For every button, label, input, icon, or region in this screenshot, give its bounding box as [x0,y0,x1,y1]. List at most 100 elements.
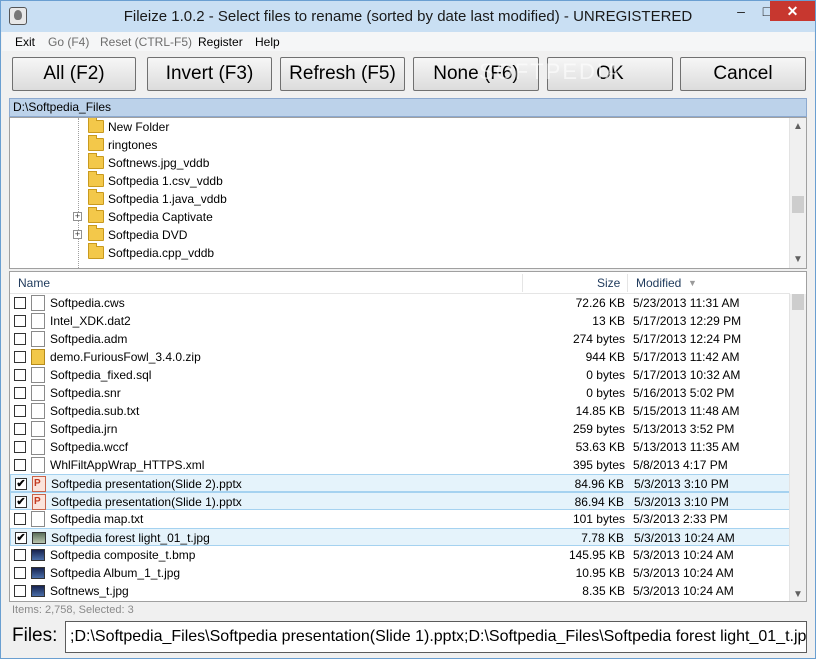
tree-item[interactable]: ringtones [10,135,790,154]
folder-icon [88,171,104,187]
file-modified: 5/17/2013 11:42 AM [633,350,740,364]
sort-descending-icon: ▼ [688,278,697,288]
list-scrollbar[interactable]: ▲ ▼ [789,294,806,601]
file-size: 8.35 KB [582,584,625,598]
file-size: 944 KB [585,350,625,364]
table-row[interactable]: Softpedia.cws 72.26 KB 5/23/2013 11:31 AM [10,294,790,312]
tree-scrollbar[interactable]: ▲ ▼ [789,118,806,268]
row-checkbox[interactable] [14,297,26,309]
file-name: Softpedia composite_t.bmp [50,548,196,562]
table-row[interactable]: ✔ Softpedia forest light_01_t.jpg 7.78 KB 5… [10,528,790,546]
refresh-button[interactable]: Refresh (F5) [280,57,405,91]
row-checkbox[interactable] [14,441,26,453]
menu-exit[interactable]: Exit [15,35,35,49]
row-checkbox[interactable] [14,387,26,399]
row-checkbox[interactable] [14,351,26,363]
row-checkbox[interactable] [14,369,26,381]
table-row[interactable]: Softpedia composite_t.bmp 145.95 KB 5/3/20… [10,546,790,564]
file-size: 72.26 KB [575,296,625,310]
file-name: Softpedia Album_1_t.jpg [50,566,181,580]
file-size: 84.96 KB [574,477,624,491]
column-divider[interactable] [522,274,523,292]
row-checkbox[interactable] [14,513,26,525]
document-file-icon [31,313,45,329]
file-modified: 5/13/2013 3:52 PM [633,422,735,436]
file-size: 395 bytes [572,458,625,472]
tree-item[interactable]: Softpedia.cpp_vddb [10,243,790,262]
menu-reset[interactable]: Reset (CTRL-F5) [100,35,192,49]
file-modified: 5/17/2013 12:29 PM [633,314,742,328]
file-name: Softpedia.snr [50,386,121,400]
close-button[interactable]: ✕ [770,1,815,21]
table-row[interactable]: ✔ Softpedia presentation(Slide 1).pptx 86.… [10,492,790,510]
expand-icon[interactable]: + [73,230,82,239]
invert-button[interactable]: Invert (F3) [147,57,272,91]
image-file-icon [31,567,45,579]
row-checkbox[interactable] [14,333,26,345]
tree-item-label: Softpedia 1.java_vddb [108,192,227,206]
table-row[interactable]: Softpedia.jrn 259 bytes 5/13/2013 3:52 PM [10,420,790,438]
menu-register[interactable]: Register [198,35,243,49]
tree-item-label: Softpedia DVD [108,228,188,242]
list-header: Name Size Modified ▼ [10,272,790,294]
tree-item[interactable]: + Softpedia DVD [10,225,790,244]
menu-help[interactable]: Help [255,35,280,49]
tree-item[interactable]: Softpedia 1.csv_vddb [10,171,790,190]
row-checkbox[interactable] [14,549,26,561]
table-row[interactable]: Softpedia_fixed.sql 0 bytes 5/17/2013 10:3… [10,366,790,384]
tree-item[interactable]: New Folder [10,118,790,136]
scroll-down-icon[interactable]: ▼ [790,586,806,601]
tree-item[interactable]: Softpedia 1.java_vddb [10,189,790,208]
expand-icon[interactable]: + [73,212,82,221]
row-checkbox[interactable] [14,459,26,471]
file-modified: 5/16/2013 5:02 PM [633,386,735,400]
minimize-button[interactable]: – [728,1,754,21]
table-row[interactable]: WhlFiltAppWrap_HTTPS.xml 395 bytes 5/8/201… [10,456,790,474]
table-row[interactable]: demo.FuriousFowl_3.4.0.zip 944 KB 5/17/201… [10,348,790,366]
file-size: 0 bytes [586,386,625,400]
row-checkbox[interactable] [14,567,26,579]
file-name: Intel_XDK.dat2 [50,314,131,328]
row-checkbox[interactable]: ✔ [15,478,27,490]
column-modified[interactable]: Modified [636,276,681,290]
table-row[interactable]: Softpedia map.txt 101 bytes 5/3/2013 2:33 … [10,510,790,528]
row-checkbox[interactable]: ✔ [15,496,27,508]
row-checkbox[interactable] [14,423,26,435]
column-divider[interactable] [627,274,628,292]
menu-go[interactable]: Go (F4) [48,35,89,49]
folder-icon [88,135,104,151]
table-row[interactable]: Softpedia.snr 0 bytes 5/16/2013 5:02 PM [10,384,790,402]
tree-item-label: Softpedia Captivate [108,210,213,224]
column-size[interactable]: Size [597,276,620,290]
row-checkbox[interactable] [14,405,26,417]
file-name: WhlFiltAppWrap_HTTPS.xml [50,458,205,472]
tree-item-label: New Folder [108,120,170,134]
table-row[interactable]: Softnews_t.jpg 8.35 KB 5/3/2013 10:24 AM [10,582,790,600]
tree-item[interactable]: + Softpedia Captivate [10,207,790,226]
folder-icon [88,189,104,205]
all-button[interactable]: All (F2) [12,57,136,91]
column-name[interactable]: Name [18,276,50,290]
file-modified: 5/3/2013 3:10 PM [634,477,729,491]
table-row[interactable]: ✔ Softpedia presentation(Slide 2).pptx 84.… [10,474,790,492]
document-file-icon [31,331,45,347]
table-row[interactable]: Softpedia.adm 274 bytes 5/17/2013 12:24 PM [10,330,790,348]
table-row[interactable]: Softpedia.sub.txt 14.85 KB 5/15/2013 11:48… [10,402,790,420]
scroll-down-icon[interactable]: ▼ [790,251,806,268]
tree-item-label: Softpedia.cpp_vddb [108,246,215,260]
table-row[interactable]: Intel_XDK.dat2 13 KB 5/17/2013 12:29 PM [10,312,790,330]
action-toolbar: All (F2) Invert (F3) Refresh (F5) None (… [2,52,814,96]
table-row[interactable]: Softpedia.wccf 53.63 KB 5/13/2013 11:35 AM [10,438,790,456]
scroll-up-icon[interactable]: ▲ [790,118,806,135]
files-field[interactable]: ;D:\Softpedia_Files\Softpedia presentati… [65,621,807,653]
table-row[interactable]: Softpedia Album_1_t.jpg 10.95 KB 5/3/2013 … [10,564,790,582]
tree-item[interactable]: Softnews.jpg_vddb [10,153,790,172]
status-bar: Items: 2,758, Selected: 3 [12,604,134,616]
row-checkbox[interactable] [14,585,26,597]
row-checkbox[interactable]: ✔ [15,532,27,544]
row-checkbox[interactable] [14,315,26,327]
scroll-thumb[interactable] [792,294,804,310]
scroll-thumb[interactable] [792,196,804,213]
cancel-button[interactable]: Cancel [680,57,806,91]
folder-icon [88,118,104,133]
